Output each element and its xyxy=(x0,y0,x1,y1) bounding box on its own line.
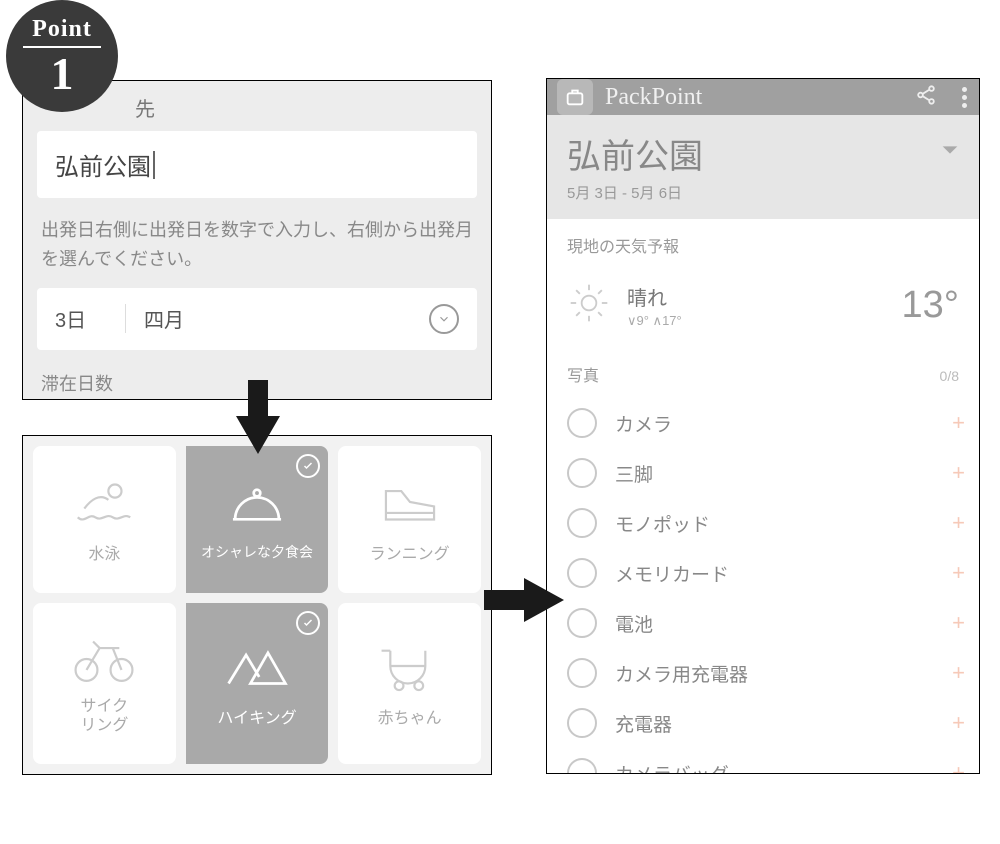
activity-tile-running[interactable]: ランニング xyxy=(338,446,481,593)
item-label: 三脚 xyxy=(615,460,959,487)
item-label: モノポッド xyxy=(615,510,959,537)
swim-icon xyxy=(69,474,139,530)
checkbox[interactable] xyxy=(567,408,597,438)
item-label: 電池 xyxy=(615,610,959,637)
day-field[interactable]: 3日 xyxy=(55,304,125,333)
bicycle-icon xyxy=(69,631,139,687)
plus-icon[interactable]: + xyxy=(952,710,965,736)
item-label: カメラ xyxy=(615,410,959,437)
destination-value: 弘前公園 xyxy=(55,147,151,182)
arrow-right-icon xyxy=(484,578,564,622)
month-field[interactable]: 四月 xyxy=(125,304,429,333)
checkbox[interactable] xyxy=(567,758,597,774)
activity-label: ハイキング xyxy=(217,704,296,728)
plus-icon[interactable]: + xyxy=(952,660,965,686)
activity-tile-cycling[interactable]: サイク リング xyxy=(33,603,176,764)
screen-trip-setup: 先 弘前公園 出発日右側に出発日を数字で入力し、右側から出発月を選んでください。… xyxy=(22,80,492,400)
activity-label: サイク リング xyxy=(80,697,128,735)
weather-text: 晴れ ∨9° ∧17° xyxy=(627,282,886,329)
check-icon xyxy=(296,611,320,635)
point-badge: Point 1 xyxy=(6,0,118,112)
point-number: 1 xyxy=(51,51,74,97)
checkbox[interactable] xyxy=(567,508,597,538)
activity-label: 水泳 xyxy=(88,540,120,564)
activity-label: 赤ちゃん xyxy=(378,704,442,728)
cut-off-label: 先 xyxy=(135,93,155,122)
stroller-icon xyxy=(375,638,445,694)
plus-icon[interactable]: + xyxy=(952,610,965,636)
activity-grid: 水泳 オシャレな夕食会 ランニング サイク リング xyxy=(23,436,491,774)
plus-icon[interactable]: + xyxy=(952,410,965,436)
departure-date-row[interactable]: 3日 四月 xyxy=(37,288,477,350)
plus-icon[interactable]: + xyxy=(952,460,965,486)
trip-dates: 5月 3日 - 5月 6日 xyxy=(567,182,959,203)
activity-tile-swim[interactable]: 水泳 xyxy=(33,446,176,593)
app-bar: PackPoint xyxy=(547,79,979,115)
weather-range: ∨9° ∧17° xyxy=(627,313,886,329)
item-label: カメラバッグ xyxy=(615,760,959,775)
list-item[interactable]: カメラ+ xyxy=(547,398,979,448)
weather-temp: 13° xyxy=(902,284,959,327)
list-item[interactable]: メモリカード+ xyxy=(547,548,979,598)
activity-tile-baby[interactable]: 赤ちゃん xyxy=(338,603,481,764)
activity-label: オシャレな夕食会 xyxy=(201,542,313,562)
trip-name: 弘前公園 xyxy=(567,129,959,178)
trip-header[interactable]: 弘前公園 5月 3日 - 5月 6日 xyxy=(547,115,979,219)
check-icon xyxy=(296,454,320,478)
list-item[interactable]: カメラ用充電器+ xyxy=(547,648,979,698)
checkbox[interactable] xyxy=(567,608,597,638)
date-hint: 出発日右側に出発日を数字で入力し、右側から出発月を選んでください。 xyxy=(41,216,473,274)
list-item[interactable]: 三脚+ xyxy=(547,448,979,498)
activity-label: ランニング xyxy=(370,540,450,564)
list-item[interactable]: モノポッド+ xyxy=(547,498,979,548)
share-icon[interactable] xyxy=(915,84,937,111)
screen-activity-grid: 水泳 オシャレな夕食会 ランニング サイク リング xyxy=(22,435,492,775)
running-shoe-icon xyxy=(375,474,445,530)
category-count: 0/8 xyxy=(940,368,959,384)
destination-input[interactable]: 弘前公園 xyxy=(37,131,477,198)
item-label: メモリカード xyxy=(615,560,959,587)
list-item[interactable]: 充電器+ xyxy=(547,698,979,748)
category-label: 写真 xyxy=(567,362,599,386)
sun-icon xyxy=(567,281,611,330)
plus-icon[interactable]: + xyxy=(952,760,965,774)
list-item[interactable]: カメラバッグ+ xyxy=(547,748,979,774)
checkbox[interactable] xyxy=(567,558,597,588)
weather-row: 晴れ ∨9° ∧17° 13° xyxy=(547,269,979,344)
app-suitcase-icon[interactable] xyxy=(557,79,593,115)
arrow-down-icon xyxy=(236,380,280,454)
plus-icon[interactable]: + xyxy=(952,510,965,536)
item-label: カメラ用充電器 xyxy=(615,660,959,687)
point-label: Point xyxy=(32,16,92,43)
weather-condition: 晴れ xyxy=(627,282,886,311)
activity-tile-dinner[interactable]: オシャレな夕食会 xyxy=(186,446,329,593)
overflow-menu-icon[interactable] xyxy=(959,87,969,108)
checkbox[interactable] xyxy=(567,708,597,738)
collapse-chevron-icon[interactable] xyxy=(939,139,961,166)
text-caret xyxy=(153,151,155,179)
checkbox[interactable] xyxy=(567,458,597,488)
packing-list: カメラ+ 三脚+ モノポッド+ メモリカード+ 電池+ カメラ用充電器+ 充電器… xyxy=(547,398,979,774)
category-header: 写真 0/8 xyxy=(547,344,979,392)
mountains-icon xyxy=(222,638,292,694)
list-item[interactable]: 電池+ xyxy=(547,598,979,648)
app-title: PackPoint xyxy=(605,84,903,111)
item-label: 充電器 xyxy=(615,710,959,737)
dinner-dome-icon xyxy=(222,476,292,532)
plus-icon[interactable]: + xyxy=(952,560,965,586)
checkbox[interactable] xyxy=(567,658,597,688)
screen-packpoint-list: PackPoint 弘前公園 5月 3日 - 5月 6日 現地の天気予報 晴れ … xyxy=(546,78,980,774)
activity-tile-hiking[interactable]: ハイキング xyxy=(186,603,329,764)
chevron-down-icon[interactable] xyxy=(429,304,459,334)
weather-section-label: 現地の天気予報 xyxy=(547,219,979,263)
